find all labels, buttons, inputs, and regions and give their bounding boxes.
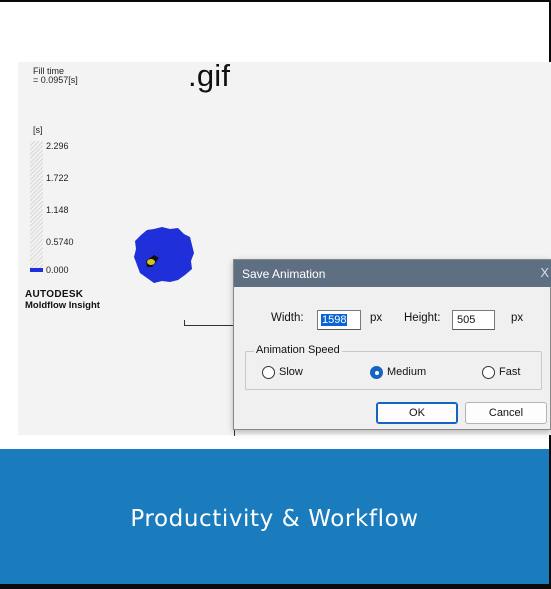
height-value: 505 xyxy=(457,314,476,326)
width-value: 1598 xyxy=(321,314,348,326)
legend-tick: 1.148 xyxy=(46,205,69,215)
legend-unit: [s] xyxy=(33,125,43,135)
speed-medium-radio[interactable] xyxy=(370,366,383,379)
screenshot-area: .gif Fill time = 0.0957[s] [s] 2.296 1.7… xyxy=(0,0,551,449)
width-input[interactable]: 1598 xyxy=(317,310,361,330)
banner-title: Productivity & Workflow xyxy=(130,506,419,532)
article-card: .gif Fill time = 0.0957[s] [s] 2.296 1.7… xyxy=(0,0,551,589)
height-input[interactable]: 505 xyxy=(452,310,495,330)
save-animation-dialog: Save Animation X Width: 1598 px Height: … xyxy=(233,259,551,430)
scale-bar xyxy=(184,325,236,326)
banner-background: Productivity & Workflow xyxy=(0,449,549,584)
filled-part-graphic xyxy=(134,227,194,283)
height-label: Height: xyxy=(404,312,441,324)
ok-button[interactable]: OK xyxy=(376,402,458,424)
close-icon[interactable]: X xyxy=(540,265,549,280)
legend-tick: 2.296 xyxy=(46,141,69,151)
legend-tick: 0.5740 xyxy=(46,237,74,247)
color-legend-low-band xyxy=(30,268,43,272)
width-label: Width: xyxy=(271,312,304,324)
autodesk-logo-text: AUTODESK xyxy=(25,289,84,300)
fill-time-value: = 0.0957[s] xyxy=(33,75,78,85)
speed-fast-radio[interactable] xyxy=(482,366,495,379)
moldflow-insight-text: Moldflow Insight xyxy=(25,300,100,311)
speed-slow-label[interactable]: Slow xyxy=(279,366,303,378)
speed-medium-label[interactable]: Medium xyxy=(387,366,426,378)
speed-slow-radio[interactable] xyxy=(262,366,275,379)
height-unit: px xyxy=(511,312,524,324)
color-legend-bar xyxy=(30,141,43,268)
width-unit: px xyxy=(370,312,383,324)
category-banner: Productivity & Workflow xyxy=(0,449,551,589)
legend-tick: 1.722 xyxy=(46,173,69,183)
top-border xyxy=(0,0,551,2)
file-extension-label: .gif xyxy=(188,58,231,93)
legend-tick: 0.000 xyxy=(46,265,69,275)
animation-speed-label: Animation Speed xyxy=(254,344,342,356)
dialog-titlebar[interactable]: Save Animation X xyxy=(234,260,551,287)
dialog-title: Save Animation xyxy=(242,267,326,281)
cancel-button[interactable]: Cancel xyxy=(465,402,547,424)
speed-fast-label[interactable]: Fast xyxy=(499,366,520,378)
